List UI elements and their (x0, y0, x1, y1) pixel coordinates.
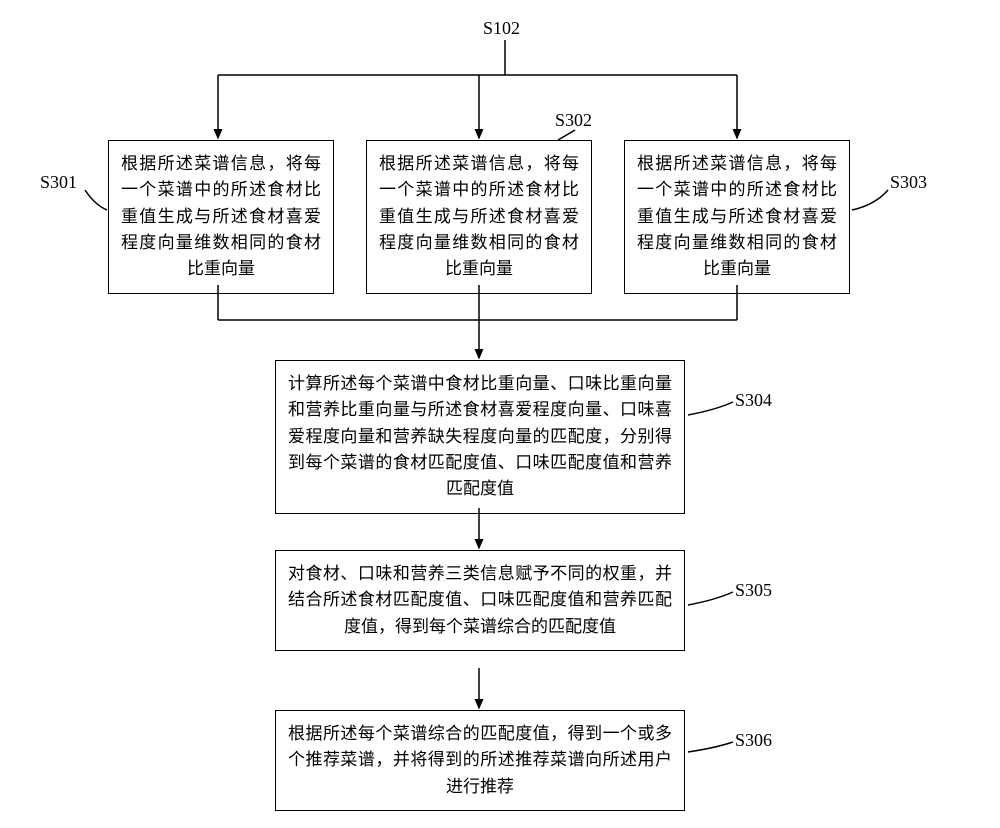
label-s305: S305 (735, 580, 772, 601)
label-s102: S102 (483, 18, 520, 39)
box-s301: 根据所述菜谱信息，将每一个菜谱中的所述食材比重值生成与所述食材喜爱程度向量维数相… (108, 140, 334, 294)
box-s303: 根据所述菜谱信息，将每一个菜谱中的所述食材比重值生成与所述食材喜爱程度向量维数相… (624, 140, 850, 294)
label-s303: S303 (890, 172, 927, 193)
label-s304: S304 (735, 390, 772, 411)
box-s306: 根据所述每个菜谱综合的匹配度值，得到一个或多个推荐菜谱，并将得到的所述推荐菜谱向… (275, 710, 685, 811)
box-s305: 对食材、口味和营养三类信息赋予不同的权重，并结合所述食材匹配度值、口味匹配度值和… (275, 550, 685, 651)
flow-diagram: S102 根据所述菜谱信息，将每一个菜谱中的所述食材比重值生成与所述食材喜爱程度… (10, 10, 990, 808)
box-s302: 根据所述菜谱信息，将每一个菜谱中的所述食材比重值生成与所述食材喜爱程度向量维数相… (366, 140, 592, 294)
label-s301: S301 (40, 172, 77, 193)
box-s304: 计算所述每个菜谱中食材比重向量、口味比重向量和营养比重向量与所述食材喜爱程度向量… (275, 360, 685, 514)
label-s302: S302 (555, 110, 592, 131)
label-s306: S306 (735, 730, 772, 751)
